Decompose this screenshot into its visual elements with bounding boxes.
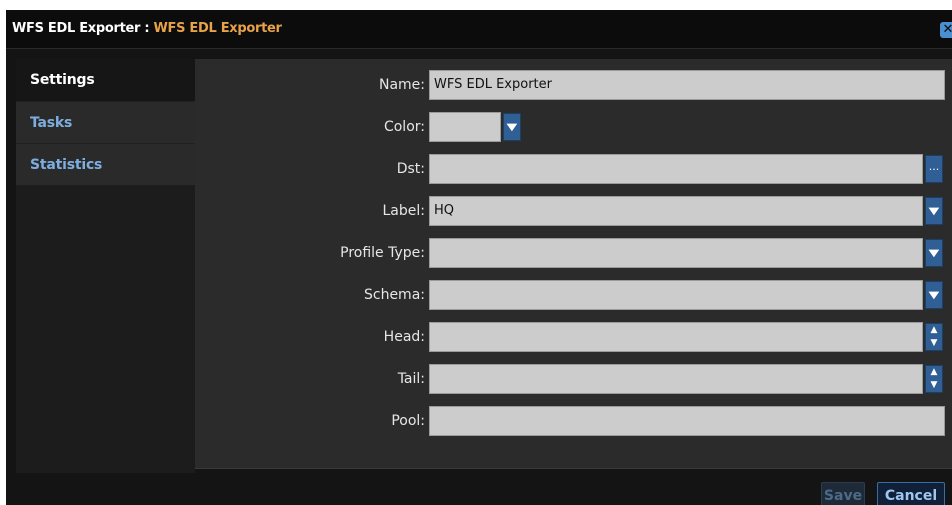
tail-stepper[interactable]: ▲ ▼ <box>925 365 943 393</box>
up-arrow-icon[interactable]: ▲ <box>926 324 942 337</box>
title-app-name: WFS EDL Exporter : <box>12 21 154 36</box>
color-select[interactable] <box>429 112 501 142</box>
label-label: Label: <box>382 203 426 219</box>
sidebar-item-tasks[interactable]: Tasks <box>16 101 195 143</box>
down-arrow-icon[interactable]: ▼ <box>926 337 942 350</box>
dst-label: Dst: <box>396 161 425 177</box>
tail-input[interactable] <box>429 364 923 394</box>
pool-label: Pool: <box>391 413 425 429</box>
label-dropdown-button[interactable]: ▼ <box>925 197 943 225</box>
color-dropdown-button[interactable]: ▼ <box>503 113 521 141</box>
name-label: Name: <box>378 77 425 93</box>
cancel-button[interactable]: Cancel <box>877 482 945 505</box>
head-label: Head: <box>383 329 425 345</box>
schema-select[interactable] <box>429 280 923 310</box>
close-icon[interactable]: ✕ <box>940 22 952 38</box>
settings-panel: Name: WFS EDL Exporter Color: ▼ Dst: ···… <box>195 59 952 469</box>
save-button[interactable]: Save <box>821 482 865 505</box>
chevron-down-icon: ▼ <box>928 205 940 217</box>
dst-input[interactable] <box>429 154 923 184</box>
pool-input[interactable] <box>429 406 945 436</box>
head-input[interactable] <box>429 322 923 352</box>
chevron-down-icon: ▼ <box>928 289 940 301</box>
head-stepper[interactable]: ▲ ▼ <box>925 323 943 351</box>
sidebar-item-statistics[interactable]: Statistics <box>16 143 195 185</box>
dst-browse-button[interactable]: ··· <box>925 155 943 183</box>
title-record-name: WFS EDL Exporter <box>153 21 282 36</box>
sidebar: Settings Tasks Statistics <box>16 59 195 473</box>
schema-dropdown-button[interactable]: ▼ <box>925 281 943 309</box>
tail-label: Tail: <box>397 371 425 387</box>
title-bar: WFS EDL Exporter : WFS EDL Exporter ✕ <box>6 10 952 49</box>
window-title: WFS EDL Exporter : WFS EDL Exporter <box>12 21 282 36</box>
label-select[interactable]: HQ <box>429 196 923 226</box>
profile-type-dropdown-button[interactable]: ▼ <box>925 239 943 267</box>
down-arrow-icon[interactable]: ▼ <box>926 379 942 392</box>
profile-type-label: Profile Type: <box>340 245 425 261</box>
chevron-down-icon: ▼ <box>928 247 940 259</box>
schema-label: Schema: <box>363 287 425 303</box>
color-label: Color: <box>383 119 425 135</box>
chevron-down-icon: ▼ <box>506 121 518 133</box>
sidebar-item-settings[interactable]: Settings <box>16 59 195 101</box>
up-arrow-icon[interactable]: ▲ <box>926 366 942 379</box>
name-input[interactable]: WFS EDL Exporter <box>429 70 945 100</box>
profile-type-select[interactable] <box>429 238 923 268</box>
ellipsis-icon: ··· <box>928 162 940 176</box>
dialog-window: WFS EDL Exporter : WFS EDL Exporter ✕ Se… <box>6 10 952 505</box>
